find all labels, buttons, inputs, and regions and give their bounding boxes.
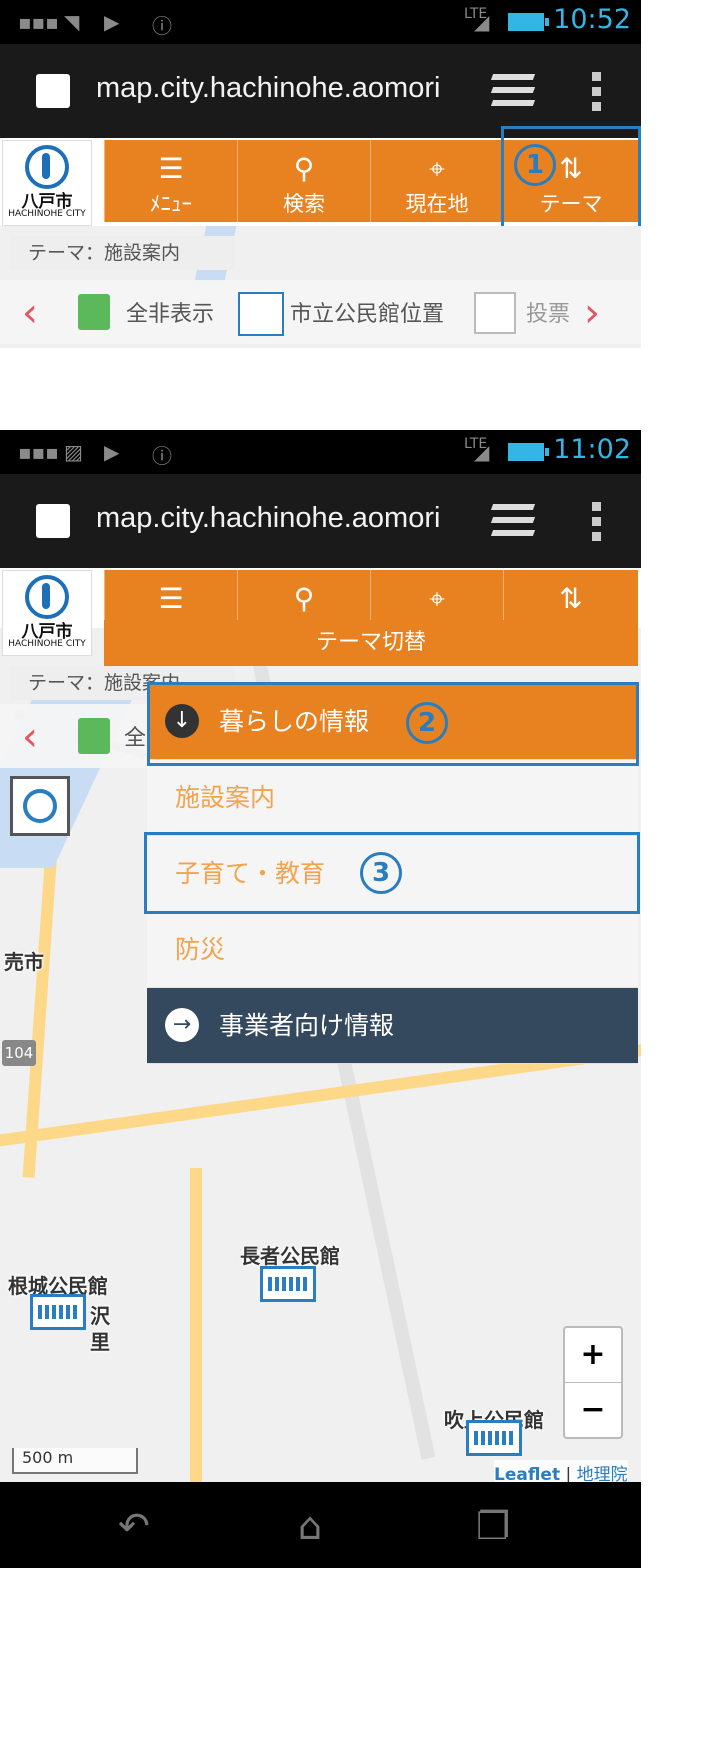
- search-button[interactable]: ⚲ 検索: [237, 140, 370, 222]
- url-field[interactable]: map.city.hachinohe.aomori: [96, 502, 456, 535]
- notification-icon: ▪▪▪: [18, 440, 59, 464]
- hide-all-item[interactable]: 全非表示: [126, 296, 214, 328]
- emblem-icon: [25, 575, 69, 619]
- search-icon: ⚲: [293, 582, 315, 615]
- status-bar-2: ▪▪▪ ▨ ▶ ⓘ LTE ◢ 11:02: [0, 430, 641, 474]
- map-label: 里: [90, 1330, 110, 1354]
- hall-marker-choja[interactable]: [260, 1266, 316, 1302]
- hall-marker-nejo[interactable]: [30, 1294, 86, 1330]
- recents-icon[interactable]: ❐: [476, 1504, 510, 1548]
- callout-badge-1: 1: [514, 144, 556, 186]
- community-hall-item[interactable]: 市立公民館位置: [290, 296, 444, 328]
- zoom-control: + −: [563, 1326, 623, 1439]
- android-nav-bar: ↶ ⌂ ❐: [0, 1482, 641, 1568]
- map-off-icon: [78, 294, 110, 330]
- menu-button[interactable]: ☰ ﾒﾆｭｰ: [104, 140, 237, 222]
- theme-switch-title: テーマ切替: [104, 620, 638, 666]
- target-ring-icon: [23, 789, 57, 823]
- road: [190, 1168, 202, 1482]
- zoom-out-button[interactable]: −: [565, 1383, 621, 1437]
- route-shield: 104: [2, 1040, 36, 1066]
- city-logo[interactable]: 八戸市 HACHINOHE CITY: [2, 570, 92, 656]
- info-icon: ⓘ: [152, 14, 172, 38]
- signal-icon: ◢: [474, 10, 490, 34]
- switch-icon: ⇅: [559, 582, 583, 615]
- location-icon: ⌖: [429, 582, 445, 615]
- location-button[interactable]: ⌖: [370, 570, 503, 626]
- battery-icon: [508, 443, 549, 461]
- strip-prev-button[interactable]: ‹: [22, 714, 38, 760]
- favicon-icon: [36, 74, 70, 108]
- notification-icon: ▪▪▪: [18, 10, 59, 34]
- layer-strip-1: ‹ 全非表示 市立公民館位置 投票 ›: [0, 280, 641, 344]
- media-icon: ▶: [104, 10, 120, 34]
- overflow-menu-icon[interactable]: [592, 502, 602, 542]
- clock: 10:52: [553, 4, 631, 35]
- theme-indicator: テーマ：施設案内: [10, 236, 235, 270]
- location-icon: ⌖: [429, 152, 445, 185]
- back-icon[interactable]: ↶: [118, 1504, 150, 1548]
- info-icon: ⓘ: [152, 444, 172, 468]
- location-label: 現在地: [405, 192, 469, 216]
- tabs-icon[interactable]: [490, 74, 536, 108]
- signal-icon: ◢: [474, 440, 490, 464]
- home-icon[interactable]: ⌂: [298, 1504, 322, 1548]
- emblem-icon: [25, 145, 69, 189]
- locate-control-icon[interactable]: [10, 776, 70, 836]
- menu-button[interactable]: ☰: [104, 570, 237, 626]
- logo-text-en: HACHINOHE CITY: [8, 209, 86, 219]
- location-button[interactable]: ⌖ 現在地: [370, 140, 503, 222]
- hide-all-item[interactable]: 全: [124, 720, 146, 752]
- hall-icon: [238, 292, 284, 336]
- search-label: 検索: [283, 192, 325, 216]
- city-logo[interactable]: 八戸市 HACHINOHE CITY: [2, 140, 92, 226]
- hall-marker-fukiage[interactable]: [466, 1420, 522, 1456]
- callout-2: [147, 682, 639, 766]
- strip-prev-button[interactable]: ‹: [22, 290, 38, 336]
- battery-icon: [508, 13, 549, 31]
- strip-next-button[interactable]: ›: [584, 290, 600, 336]
- map-label-choja: 長者公民館: [240, 1244, 340, 1268]
- menu-label: ﾒﾆｭｰ: [150, 192, 192, 216]
- browser-bar-1: map.city.hachinohe.aomori: [0, 44, 641, 138]
- search-icon: ⚲: [293, 152, 315, 185]
- business-info-label: 事業者向け情報: [219, 1011, 395, 1040]
- list-icon: ☰: [158, 152, 184, 185]
- map-off-icon: [78, 718, 110, 754]
- map-preview-1[interactable]: テーマ：施設案内 ‹ 全非表示 市立公民館位置 投票 ›: [0, 226, 641, 348]
- voting-item[interactable]: 投票: [526, 296, 570, 328]
- clock: 11:02: [553, 434, 631, 465]
- wifi-icon: ◥: [64, 10, 80, 34]
- app-navbar-2: 八戸市 HACHINOHE CITY ☰ ⚲ ⌖ ⇅: [0, 568, 641, 656]
- dropdown-header-business[interactable]: → 事業者向け情報: [147, 988, 638, 1064]
- arrow-right-icon: →: [165, 1008, 199, 1042]
- callout-badge-2: 2: [406, 702, 448, 744]
- theme-button[interactable]: ⇅: [503, 570, 638, 626]
- dropdown-item-disaster[interactable]: 防災: [147, 912, 638, 988]
- map-label: 沢: [90, 1304, 110, 1328]
- map-label: 売市: [4, 950, 44, 974]
- overflow-menu-icon[interactable]: [592, 72, 602, 112]
- zoom-in-button[interactable]: +: [565, 1328, 621, 1383]
- dropdown-item-facility[interactable]: 施設案内: [147, 760, 638, 836]
- ballot-box-icon: [474, 292, 516, 334]
- status-bar-1: ▪▪▪ ◥ ▶ ⓘ LTE ◢ 10:52: [0, 0, 641, 44]
- callout-badge-3: 3: [360, 852, 402, 894]
- search-button[interactable]: ⚲: [237, 570, 370, 626]
- list-icon: ☰: [158, 582, 184, 615]
- layer-strip-2: ‹ 全: [0, 704, 150, 768]
- logo-text-en: HACHINOHE CITY: [8, 639, 86, 649]
- media-icon: ▶: [104, 440, 120, 464]
- url-field[interactable]: map.city.hachinohe.aomori: [96, 72, 456, 105]
- image-icon: ▨: [64, 440, 83, 464]
- scale-bar: 500 m: [12, 1448, 138, 1474]
- browser-bar-2: map.city.hachinohe.aomori: [0, 474, 641, 568]
- favicon-icon: [36, 504, 70, 538]
- tabs-icon[interactable]: [490, 504, 536, 538]
